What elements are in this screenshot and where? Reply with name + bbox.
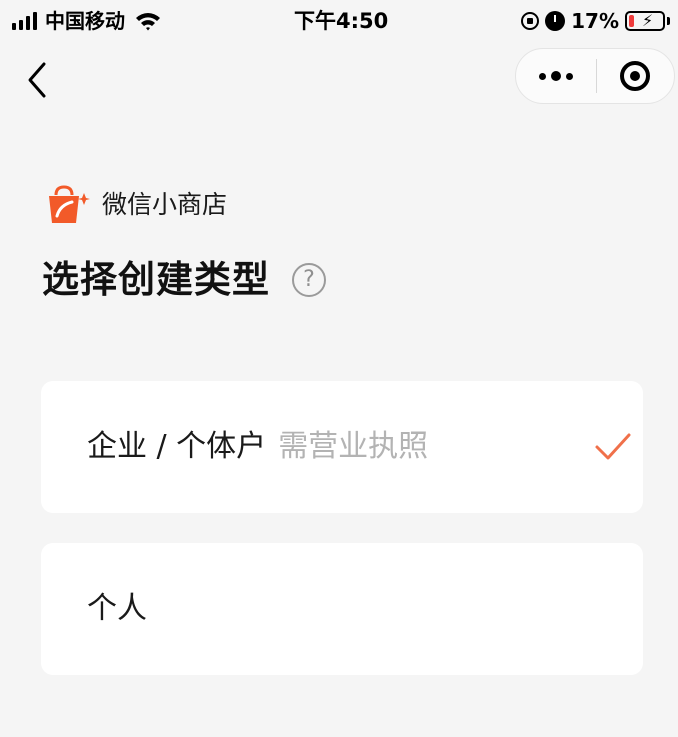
orientation-lock-icon: [521, 12, 540, 30]
shopping-bag-icon: [49, 185, 90, 223]
screen: 中国移动 下午4:50 17% ⚡ 微信小商店 选择创建类型 ? 企业 / 个体…: [0, 0, 678, 737]
target-circle-icon: [620, 61, 651, 91]
wifi-icon: [136, 13, 160, 31]
signal-icon: [12, 12, 37, 30]
page-title: 选择创建类型: [42, 258, 270, 301]
close-mini-program-button[interactable]: [597, 48, 675, 104]
chevron-left-icon: [28, 62, 46, 98]
option-label: 个人: [87, 589, 147, 629]
alarm-icon: [545, 11, 566, 31]
battery-icon: ⚡: [625, 11, 665, 31]
option-title: 个人: [87, 591, 147, 626]
status-left: 中国移动: [12, 8, 161, 34]
more-dots-icon: [565, 72, 573, 80]
option-label: 企业 / 个体户 需营业执照: [87, 427, 428, 467]
brand-name: 微信小商店: [102, 190, 228, 219]
charging-bolt-icon: ⚡: [642, 11, 654, 30]
status-bar: 中国移动 下午4:50 17% ⚡: [0, 0, 678, 44]
mini-program-capsule: [515, 48, 675, 104]
more-dots-icon: [550, 71, 561, 81]
status-right: 17% ⚡: [521, 8, 670, 34]
option-hint: 需营业执照: [278, 429, 429, 464]
title-row: 选择创建类型 ?: [42, 255, 326, 305]
status-time: 下午4:50: [294, 9, 389, 33]
checkmark-icon: [595, 433, 631, 460]
more-dots-icon: [538, 72, 546, 80]
back-button[interactable]: [22, 58, 56, 102]
more-button[interactable]: [516, 48, 596, 104]
option-enterprise[interactable]: 企业 / 个体户 需营业执照: [41, 381, 643, 513]
battery-level-fill: [629, 15, 634, 27]
brand-header: 微信小商店: [46, 185, 227, 225]
battery-tip: [667, 17, 670, 25]
carrier-name: 中国移动: [45, 9, 125, 33]
option-title: 企业 / 个体户: [87, 429, 267, 464]
help-icon[interactable]: ?: [292, 263, 326, 297]
battery-percent: 17%: [571, 9, 619, 33]
option-personal[interactable]: 个人: [41, 543, 643, 675]
